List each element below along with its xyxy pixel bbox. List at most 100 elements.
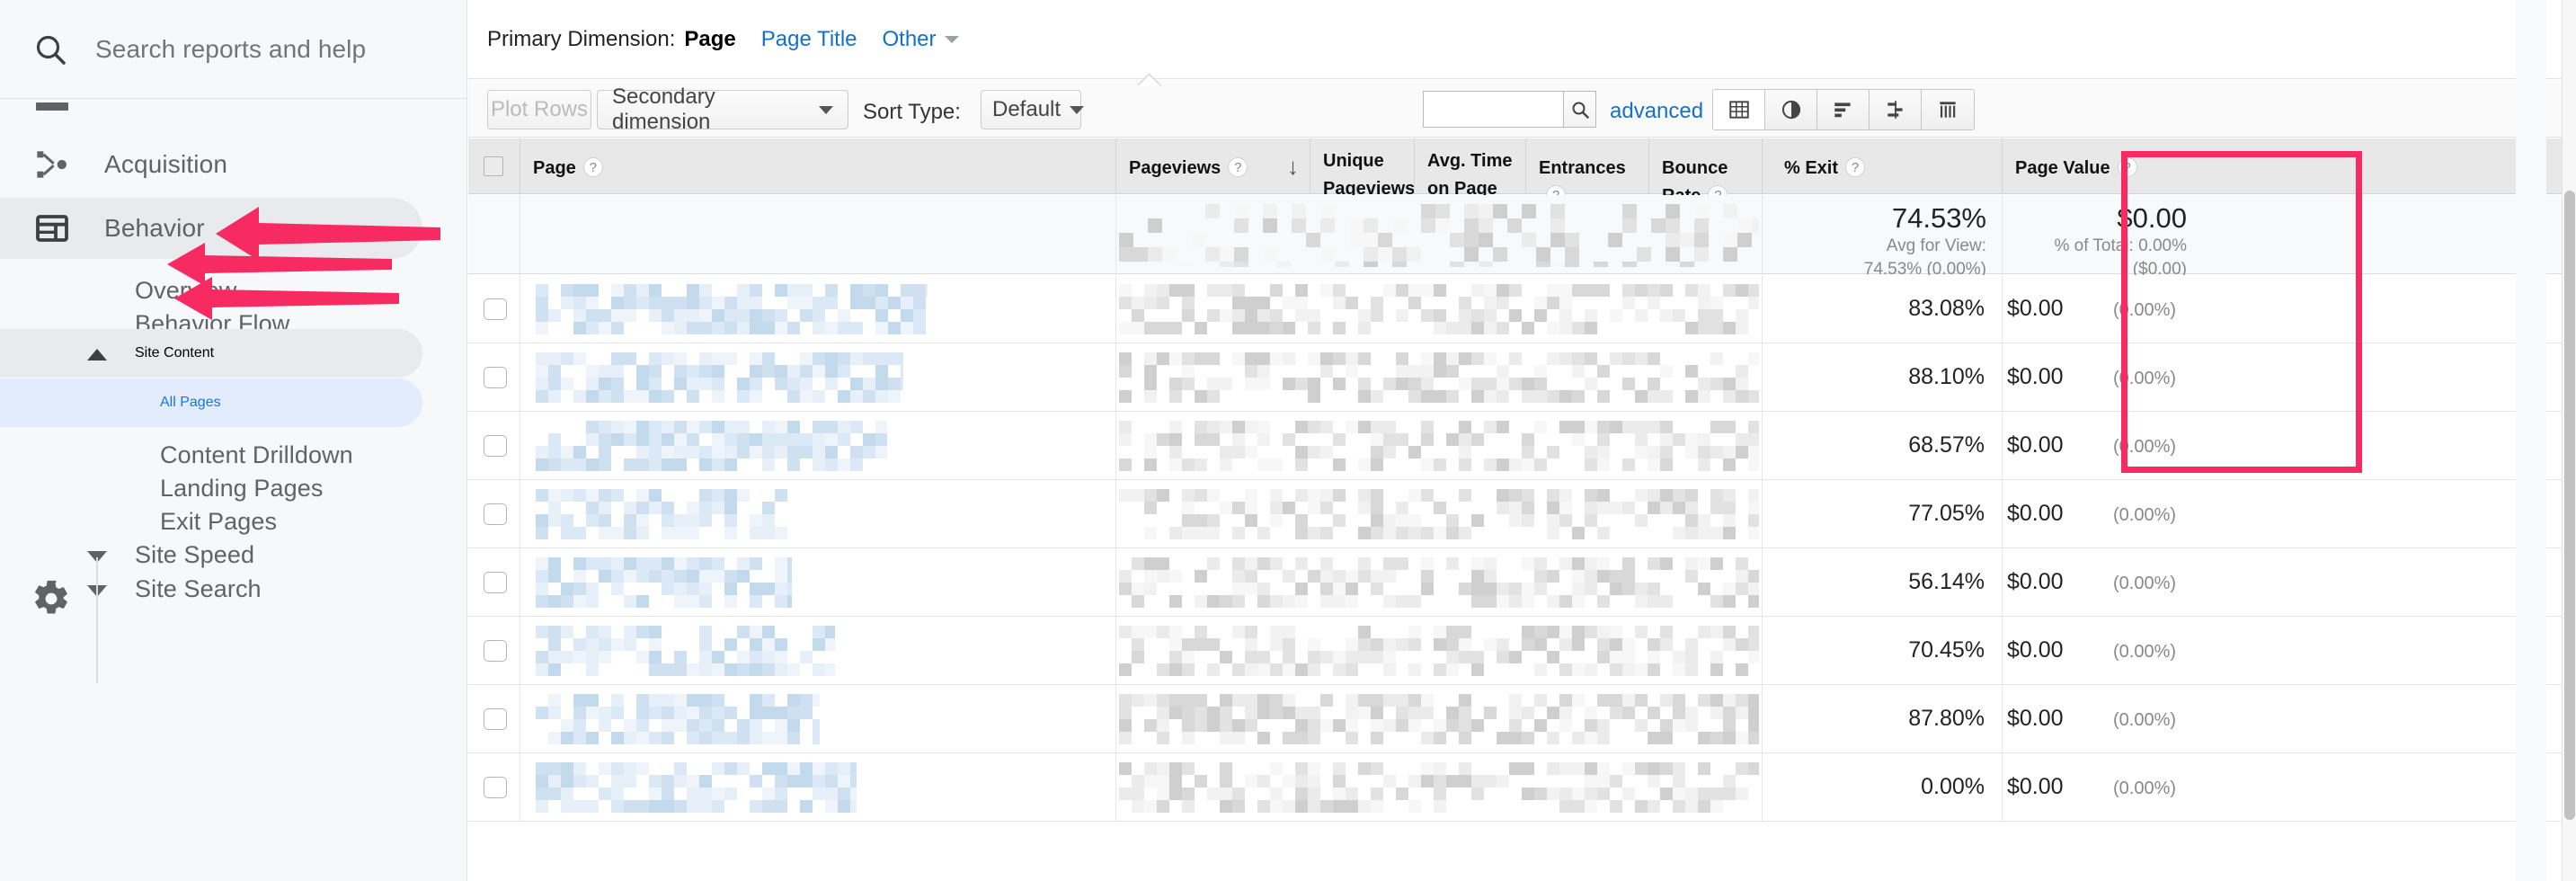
table-summary-row: 74.53% Avg for View: 74.53% (0.00%) $0.00… [468, 195, 2562, 279]
cell-page-value-percent: (0.00%) [2113, 710, 2177, 730]
cell-divider [2002, 275, 2003, 343]
advanced-link[interactable]: advanced [1610, 99, 1703, 124]
cell-divider [1762, 617, 1763, 684]
primary-dimension-page-title[interactable]: Page Title [761, 27, 857, 52]
page-scrollbar[interactable] [2562, 0, 2576, 881]
table-row[interactable]: 70.45% $0.00 (0.00%) [468, 617, 2562, 685]
cell-exit-percent: 83.08% [1908, 296, 1985, 321]
cell-page-value-percent: (0.00%) [2113, 642, 2177, 662]
gear-icon[interactable] [31, 579, 71, 618]
table-row[interactable]: 87.80% $0.00 (0.00%) [468, 685, 2562, 753]
cell-divider [2002, 195, 2003, 273]
column-header-pageviews[interactable]: Pageviews? ↓ [1115, 138, 1310, 194]
column-label: Page [533, 158, 576, 178]
sort-type-label: Sort Type: [863, 100, 961, 124]
table-header-row: Page? Pageviews? ↓ Unique Pageviews? Avg… [468, 138, 2562, 226]
cell-divider [2002, 753, 2003, 821]
table-row[interactable]: 83.08% $0.00 (0.00%) [468, 275, 2562, 343]
help-icon[interactable]: ? [1228, 157, 1248, 177]
sidebar-item-acquisition[interactable]: Acquisition [0, 137, 467, 192]
cell-page-value: $0.00 [2007, 774, 2064, 799]
cell-exit-percent: 77.05% [1908, 501, 1985, 526]
table-search-button[interactable] [1564, 91, 1596, 128]
primary-dimension-other[interactable]: Other [883, 27, 959, 52]
cell-divider [1762, 343, 1763, 411]
column-label: Unique Pageviews [1323, 151, 1416, 199]
table-row[interactable]: 77.05% $0.00 (0.00%) [468, 480, 2562, 548]
row-checkbox[interactable] [484, 503, 507, 525]
chevron-down-icon [819, 105, 833, 114]
redacted-page-path [536, 762, 857, 813]
redacted-metrics [1119, 762, 1759, 813]
column-header-entrances[interactable]: Entrances? [1525, 138, 1648, 205]
sidebar-item-label: Behavior [104, 214, 205, 242]
cell-page-value-percent: (0.00%) [2113, 300, 2177, 320]
column-header-page-value[interactable]: Page Value? [2002, 138, 2199, 194]
row-checkbox[interactable] [484, 708, 507, 730]
sidebar-item-all-pages[interactable]: All Pages [0, 378, 422, 427]
cell-page-value: $0.00 [2007, 364, 2064, 389]
row-checkbox[interactable] [484, 298, 507, 320]
select-all-checkbox[interactable] [484, 156, 503, 176]
redacted-metrics [1119, 557, 1759, 608]
performance-view-icon[interactable] [1817, 90, 1870, 129]
table-row[interactable]: 0.00% $0.00 (0.00%) [468, 753, 2562, 822]
scrollbar-thumb[interactable] [2564, 191, 2575, 820]
primary-dimension-page[interactable]: Page [684, 27, 735, 52]
partial-icon [36, 102, 68, 111]
sidebar: Search reports and help Acquisition Beha… [0, 0, 467, 881]
sort-type-dropdown[interactable]: Default [981, 90, 1085, 129]
cell-page-value-percent: (0.00%) [2113, 574, 2177, 593]
column-label: Pageviews [1129, 158, 1221, 178]
search-reports-row[interactable]: Search reports and help [0, 0, 467, 99]
column-header-exit-percent[interactable]: % Exit? [1762, 138, 2002, 194]
cell-exit-percent: 68.57% [1908, 432, 1985, 458]
primary-dimension-label: Primary Dimension: [487, 26, 676, 51]
cell-page-value: $0.00 [2007, 637, 2064, 663]
cell-divider [2002, 343, 2003, 411]
row-checkbox[interactable] [484, 435, 507, 457]
table-search-input[interactable] [1423, 91, 1564, 128]
column-header-page[interactable]: Page? [520, 138, 1115, 194]
sort-descending-icon[interactable]: ↓ [1287, 155, 1299, 178]
row-checkbox[interactable] [484, 572, 507, 593]
select-all-header[interactable] [468, 138, 520, 194]
plot-rows-button[interactable]: Plot Rows [487, 90, 591, 129]
help-icon[interactable]: ? [2117, 157, 2137, 177]
chevron-down-icon [944, 36, 959, 44]
chevron-up-icon[interactable] [87, 349, 107, 360]
chevron-down-icon [1070, 105, 1085, 114]
primary-dimension-other-label: Other [882, 26, 937, 51]
sidebar-item-behavior[interactable]: Behavior [0, 198, 422, 259]
row-checkbox[interactable] [484, 640, 507, 662]
cell-divider [1762, 753, 1763, 821]
summary-exit-subtext: Avg for View: 74.53% (0.00%) [1863, 236, 1986, 279]
table-view-icon[interactable] [1713, 90, 1765, 129]
table-row[interactable]: 56.14% $0.00 (0.00%) [468, 548, 2562, 617]
row-checkbox[interactable] [484, 367, 507, 388]
cell-divider [1115, 480, 1116, 547]
column-header-avg-time-on-page[interactable]: Avg. Time on Page? [1414, 138, 1525, 226]
table-row[interactable]: 68.57% $0.00 (0.00%) [468, 412, 2562, 480]
cell-divider [1115, 548, 1116, 616]
redacted-metrics [1119, 352, 1759, 403]
secondary-dimension-dropdown[interactable]: Secondary dimension [597, 85, 848, 134]
search-input-placeholder[interactable]: Search reports and help [95, 35, 366, 64]
percentage-view-icon[interactable] [1765, 90, 1817, 129]
help-icon[interactable]: ? [1845, 157, 1866, 177]
cell-divider [1115, 685, 1116, 752]
redacted-metrics [1119, 284, 1759, 334]
help-icon[interactable]: ? [582, 157, 603, 177]
comparison-view-icon[interactable] [1870, 90, 1922, 129]
column-header-bounce-rate[interactable]: Bounce Rate? [1648, 138, 1762, 206]
table-row[interactable]: 88.10% $0.00 (0.00%) [468, 343, 2562, 412]
pivot-view-icon[interactable] [1922, 90, 1974, 129]
row-checkbox[interactable] [484, 777, 507, 798]
redacted-metrics [1119, 489, 1759, 539]
cell-divider [1115, 617, 1116, 684]
cell-divider [1115, 412, 1116, 479]
sidebar-item-site-content[interactable]: Site Content [0, 329, 422, 378]
summary-page-value: $0.00 [2117, 202, 2187, 234]
column-header-unique-pageviews[interactable]: Unique Pageviews? [1310, 138, 1415, 226]
cell-page-value: $0.00 [2007, 706, 2064, 731]
